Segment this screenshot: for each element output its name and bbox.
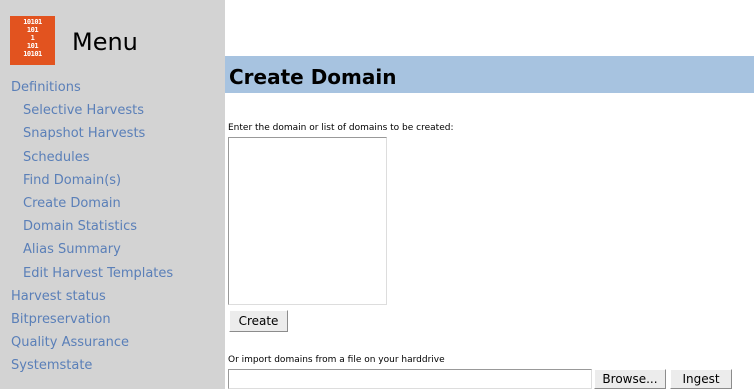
sidebar-item-domain-statistics[interactable]: Domain Statistics — [0, 215, 225, 238]
sidebar-item-selective-harvests[interactable]: Selective Harvests — [0, 99, 225, 122]
sidebar: 10101 101 1 101 10101 Menu Definitions S… — [0, 0, 225, 389]
sidebar-nav: Definitions Selective Harvests Snapshot … — [0, 76, 225, 377]
menu-title: Menu — [72, 28, 138, 56]
sidebar-item-find-domains[interactable]: Find Domain(s) — [0, 169, 225, 192]
ingest-button[interactable]: Ingest — [670, 369, 732, 389]
create-button[interactable]: Create — [229, 310, 288, 332]
sidebar-item-harvest-status[interactable]: Harvest status — [0, 285, 225, 308]
file-path-input[interactable] — [228, 369, 592, 389]
domains-instruction: Enter the domain or list of domains to b… — [228, 123, 454, 133]
sidebar-item-systemstate[interactable]: Systemstate — [0, 354, 225, 377]
sidebar-item-alias-summary[interactable]: Alias Summary — [0, 238, 225, 261]
logo-line: 10101 — [23, 18, 42, 26]
logo-line: 101 — [26, 42, 39, 50]
sidebar-item-bitpreservation[interactable]: Bitpreservation — [0, 308, 225, 331]
sidebar-item-schedules[interactable]: Schedules — [0, 146, 225, 169]
title-bar: Create Domain — [225, 56, 754, 93]
logo: 10101 101 1 101 10101 — [10, 16, 55, 65]
logo-line: 101 — [26, 26, 39, 34]
domains-textarea[interactable] — [228, 137, 387, 305]
sidebar-item-create-domain[interactable]: Create Domain — [0, 192, 225, 215]
logo-line: 1 — [30, 34, 35, 42]
page-title: Create Domain — [229, 65, 397, 89]
import-label: Or import domains from a file on your ha… — [228, 355, 445, 365]
browse-button[interactable]: Browse... — [594, 369, 666, 389]
logo-line: 10101 — [23, 50, 42, 58]
sidebar-item-snapshot-harvests[interactable]: Snapshot Harvests — [0, 122, 225, 145]
sidebar-item-definitions[interactable]: Definitions — [0, 76, 225, 99]
sidebar-item-quality-assurance[interactable]: Quality Assurance — [0, 331, 225, 354]
sidebar-item-edit-harvest-templates[interactable]: Edit Harvest Templates — [0, 262, 225, 285]
main-content: Create Domain Enter the domain or list o… — [225, 0, 754, 389]
